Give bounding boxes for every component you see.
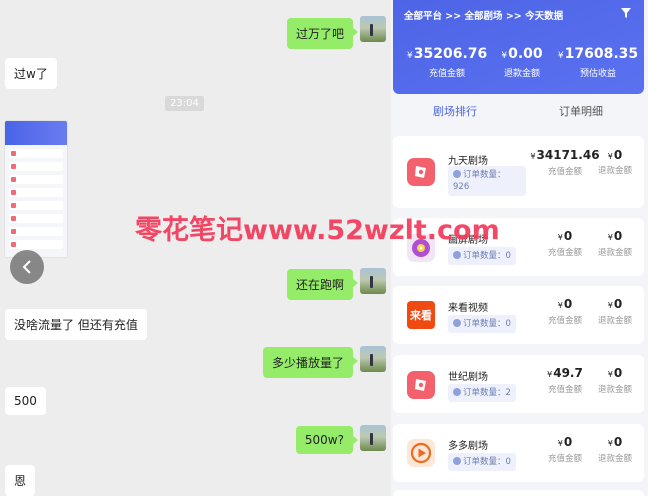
- message-bubble[interactable]: 多少播放量了: [262, 347, 359, 378]
- refund-amount: ¥0 退款金额: [597, 229, 632, 258]
- refund-amount: ¥0 退款金额: [597, 435, 632, 464]
- message-bubble[interactable]: 还在跑啊: [286, 269, 359, 300]
- image-message-thumbnail[interactable]: [4, 120, 68, 258]
- theater-card[interactable]: 世纪剧场 订单数量：2 ¥49.7 充值金额 ¥0 退款金额: [393, 355, 644, 413]
- chat-view: 过万了吧 过w了 23:04 还在跑啊 没啥流量了 但还有充值 多少播放量了 5…: [0, 0, 391, 496]
- theater-name: 九天剧场: [448, 156, 488, 167]
- order-count: 订单数量：2: [448, 384, 516, 402]
- theater-icon: [407, 158, 435, 186]
- message-bubble[interactable]: 500: [5, 387, 46, 415]
- avatar[interactable]: [360, 268, 386, 294]
- stat-recharge: ¥35206.76 充值金额: [407, 46, 488, 79]
- tab-theater-ranking[interactable]: 剧场排行: [433, 103, 477, 119]
- stat-estimated-revenue: ¥17608.35 预估收益: [557, 46, 639, 79]
- theater-card[interactable]: 多多剧场 订单数量：0 ¥0 充值金额 ¥0 退款金额: [393, 424, 644, 482]
- recharge-amount: ¥49.7 充值金额: [547, 366, 583, 395]
- theater-card[interactable]: [393, 490, 644, 496]
- breadcrumb[interactable]: 全部平台 >> 全部剧场 >> 今天数据: [404, 8, 563, 22]
- recharge-amount: ¥34171.46 充值金额: [530, 148, 600, 177]
- laikan-icon: 来看: [407, 301, 435, 329]
- message-bubble[interactable]: 500w?: [295, 426, 359, 454]
- message-bubble[interactable]: 恩: [5, 465, 36, 496]
- refund-amount: ¥0 退款金额: [597, 366, 632, 395]
- recharge-amount: ¥0 充值金额: [547, 435, 582, 464]
- back-button[interactable]: [10, 250, 44, 284]
- order-count: 订单数量：0: [448, 453, 516, 471]
- summary-header: 全部平台 >> 全部剧场 >> 今天数据 ¥35206.76 充值金额 ¥0.0…: [393, 0, 644, 94]
- watermark: 零花笔记www.52wzlt.com: [135, 215, 500, 246]
- theater-card[interactable]: 来看 来看视频 订单数量：0 ¥0 充值金额 ¥0 退款金额: [393, 286, 644, 344]
- message-bubble[interactable]: 过万了吧: [286, 18, 359, 49]
- refund-amount: ¥0 退款金额: [597, 148, 632, 176]
- dashboard-panel: 全部平台 >> 全部剧场 >> 今天数据 ¥35206.76 充值金额 ¥0.0…: [391, 0, 648, 496]
- order-count: 订单数量：0: [448, 315, 516, 333]
- theater-name: 世纪剧场: [448, 372, 488, 383]
- message-bubble[interactable]: 过w了: [5, 58, 57, 89]
- order-count: 订单数量：0: [448, 247, 516, 265]
- recharge-amount: ¥0 充值金额: [547, 297, 582, 326]
- theater-name: 多多剧场: [448, 441, 488, 452]
- refund-amount: ¥0 退款金额: [597, 297, 632, 326]
- filter-icon[interactable]: [620, 7, 632, 19]
- stat-refund: ¥0.00 退款金额: [501, 46, 543, 79]
- recharge-amount: ¥0 充值金额: [547, 229, 582, 258]
- avatar[interactable]: [360, 425, 386, 451]
- chevron-left-icon: [22, 260, 31, 274]
- theater-icon: [407, 371, 435, 399]
- play-icon: [407, 439, 435, 467]
- avatar[interactable]: [360, 16, 386, 42]
- order-count: 订单数量：926: [448, 166, 526, 196]
- avatar[interactable]: [360, 346, 386, 372]
- message-timestamp: 23:04: [165, 96, 204, 111]
- theater-name: 来看视频: [448, 303, 488, 314]
- tab-order-details[interactable]: 订单明细: [559, 103, 603, 119]
- tab-bar: 剧场排行 订单明细: [391, 100, 648, 122]
- message-bubble[interactable]: 没啥流量了 但还有充值: [5, 309, 147, 340]
- theater-card[interactable]: 九天剧场 订单数量：926 ¥34171.46 充值金额 ¥0 退款金额: [393, 136, 644, 208]
